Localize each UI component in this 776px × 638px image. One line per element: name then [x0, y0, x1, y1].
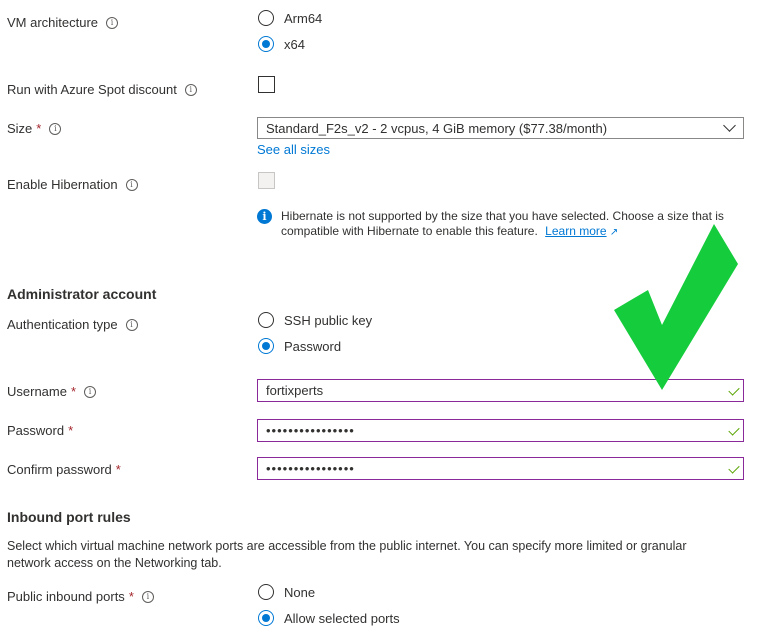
auth-type-label: Authentication type i	[7, 317, 138, 332]
size-select-value: Standard_F2s_v2 - 2 vcpus, 4 GiB memory …	[266, 120, 608, 136]
required-marker: *	[115, 462, 121, 477]
radio-label: x64	[284, 36, 305, 52]
radio-button[interactable]	[258, 584, 274, 600]
radio-button-selected[interactable]	[258, 36, 274, 52]
spot-label: Run with Azure Spot discount i	[7, 82, 197, 97]
radio-button[interactable]	[258, 10, 274, 26]
info-icon[interactable]: i	[125, 178, 138, 191]
info-filled-icon: i	[257, 209, 272, 224]
info-icon[interactable]: i	[125, 318, 138, 331]
hibernation-label: Enable Hibernation i	[7, 177, 138, 192]
spot-checkbox[interactable]	[258, 76, 275, 93]
learn-more-link[interactable]: Learn more	[545, 224, 606, 238]
size-label: Size * i	[7, 121, 62, 136]
radio-x64[interactable]: x64	[258, 36, 305, 52]
info-icon[interactable]: i	[106, 16, 119, 29]
checkmark-icon	[614, 224, 738, 390]
password-input[interactable]: ••••••••••••••••	[257, 419, 744, 442]
confirm-password-input[interactable]: ••••••••••••••••	[257, 457, 744, 480]
radio-allow-selected-ports[interactable]: Allow selected ports	[258, 610, 400, 626]
info-icon[interactable]: i	[184, 83, 197, 96]
info-icon[interactable]: i	[49, 122, 62, 135]
chevron-down-icon	[723, 119, 736, 132]
info-icon[interactable]: i	[84, 385, 97, 398]
green-checkmark-overlay	[614, 224, 738, 390]
confirm-password-label: Confirm password *	[7, 462, 121, 477]
inbound-description: Select which virtual machine network por…	[7, 539, 687, 570]
see-all-sizes-link[interactable]: See all sizes	[257, 142, 330, 157]
radio-password[interactable]: Password	[258, 338, 341, 354]
username-label: Username * i	[7, 384, 97, 399]
radio-ssh-key[interactable]: SSH public key	[258, 312, 372, 328]
radio-label: SSH public key	[284, 312, 373, 328]
inbound-section-heading: Inbound port rules	[7, 509, 131, 525]
valid-check-icon	[728, 424, 740, 436]
size-select[interactable]: Standard_F2s_v2 - 2 vcpus, 4 GiB memory …	[257, 117, 744, 139]
radio-label: Allow selected ports	[284, 610, 400, 626]
radio-label: Arm64	[284, 10, 323, 26]
valid-check-icon	[728, 462, 740, 474]
vm-architecture-label: VM architecture i	[7, 15, 119, 30]
required-marker: *	[70, 384, 77, 399]
radio-label: Password	[284, 338, 342, 354]
hibernation-checkbox[interactable]	[258, 172, 275, 189]
radio-label: None	[284, 584, 316, 600]
radio-button-selected[interactable]	[258, 610, 274, 626]
radio-none[interactable]: None	[258, 584, 315, 600]
required-marker: *	[128, 589, 134, 604]
hibernation-info-icon-wrap: i	[257, 208, 272, 224]
password-label: Password *	[7, 423, 74, 438]
public-inbound-ports-label: Public inbound ports * i	[7, 589, 154, 604]
radio-arm64[interactable]: Arm64	[258, 10, 322, 26]
radio-button-selected[interactable]	[258, 338, 274, 354]
radio-button[interactable]	[258, 312, 274, 328]
admin-section-heading: Administrator account	[7, 286, 157, 302]
info-icon[interactable]: i	[141, 590, 154, 603]
required-marker: *	[68, 423, 74, 438]
required-marker: *	[36, 121, 42, 136]
